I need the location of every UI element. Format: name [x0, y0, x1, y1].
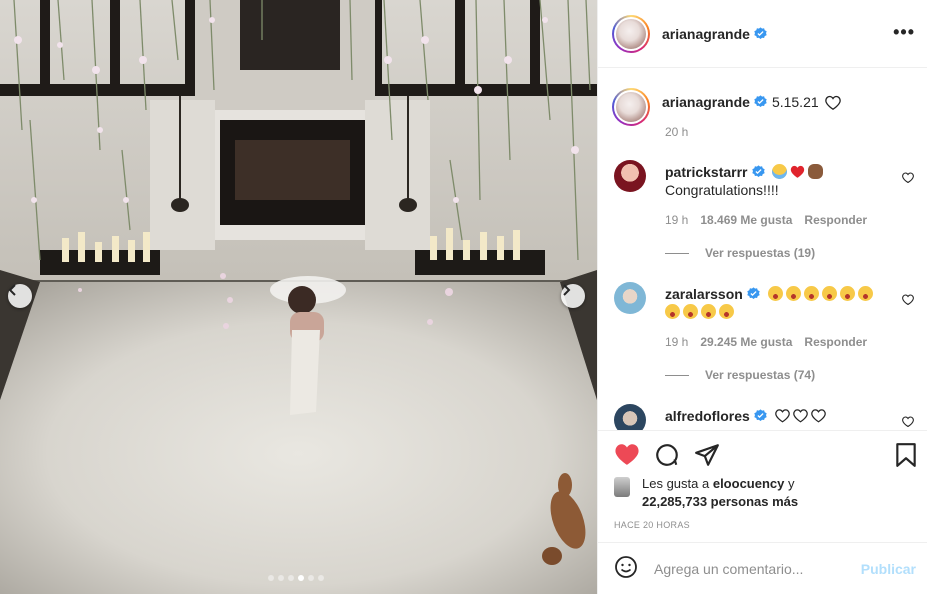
carousel-dot: [288, 575, 294, 581]
caption-text: 5.15.21: [771, 94, 819, 110]
liked-by-conjunction: y: [788, 476, 795, 491]
crying-face-emoji: [772, 164, 788, 179]
paper-plane-icon: [695, 444, 719, 466]
comment-item: patrickstarrr Congratulations!!!! 19 h 1…: [614, 160, 914, 280]
commenter-username[interactable]: alfredoflores: [665, 408, 750, 424]
chevron-left-icon: [8, 284, 16, 296]
heart-eyes-emoji: [785, 286, 801, 301]
view-replies-button[interactable]: Ver respuestas (74): [665, 368, 815, 382]
red-heart-emoji: [791, 165, 805, 178]
share-button[interactable]: [694, 442, 720, 471]
carousel-dot: [318, 575, 324, 581]
heart-eyes-emoji: [857, 286, 873, 301]
carousel-dot: [298, 575, 304, 581]
white-heart-emoji: [792, 409, 808, 423]
save-button[interactable]: [895, 442, 917, 471]
commenter-username[interactable]: zaralarsson: [665, 286, 743, 302]
heart-eyes-emoji: [839, 286, 855, 301]
commenter-avatar[interactable]: [614, 404, 646, 430]
smiley-face-icon: [615, 556, 637, 578]
carousel-dot: [268, 575, 274, 581]
more-options-button[interactable]: •••: [893, 22, 915, 42]
speech-bubble-icon: [656, 444, 678, 466]
comment-text: Congratulations!!!!: [665, 182, 779, 198]
filled-heart-icon: [615, 444, 639, 465]
likes-count[interactable]: 22,285,733 personas más: [642, 494, 798, 509]
bookmark-icon: [896, 443, 916, 467]
carousel-dot: [308, 575, 314, 581]
post-actions: Les gusta a eloocuency y 22,285,733 pers…: [598, 430, 927, 542]
wedding-photo-illustration: [0, 0, 597, 594]
view-replies-button[interactable]: Ver respuestas (19): [665, 246, 815, 260]
comments-list[interactable]: arianagrande 5.15.21 20 h patrickstarrr C…: [598, 68, 927, 430]
post-timestamp[interactable]: Hace 20 horas: [614, 520, 690, 530]
white-heart-emoji: [774, 409, 790, 423]
heart-eyes-emoji: [683, 304, 698, 319]
comment-like-heart-icon[interactable]: [902, 170, 914, 186]
heart-eyes-emoji: [821, 286, 837, 301]
clapping-hands-emoji: [808, 164, 824, 179]
caption-time: 20 h: [665, 125, 689, 139]
post-header: arianagrande •••: [598, 0, 927, 68]
verified-badge-icon: [751, 165, 765, 178]
add-comment-bar: Publicar: [598, 542, 927, 594]
comment-item: zaralarsson 19 h 29.245 Me gusta Respond…: [614, 282, 914, 402]
comment-meta: 19 h 18.469 Me gusta Responder: [665, 213, 867, 227]
heart-outline-icon: [824, 95, 841, 113]
comment-likes-count[interactable]: 18.469 Me gusta: [700, 213, 792, 227]
white-heart-emoji: [810, 409, 826, 423]
post-side-panel: arianagrande ••• arianagrande 5.15.21 20 …: [597, 0, 927, 594]
heart-eyes-emoji: [701, 304, 716, 319]
comment-emojis: [774, 408, 829, 424]
liked-by-summary: Les gusta a eloocuency y 22,285,733 pers…: [614, 475, 798, 511]
comment-like-heart-icon[interactable]: [902, 292, 914, 308]
liked-by-prefix: Les gusta a: [642, 476, 710, 491]
commenter-username[interactable]: patrickstarrr: [665, 164, 748, 180]
verified-badge-icon: [754, 27, 767, 40]
heart-eyes-emoji: [803, 286, 819, 301]
verified-badge-icon: [754, 95, 767, 108]
emoji-picker-button[interactable]: [614, 555, 638, 582]
verified-badge-icon: [747, 287, 760, 300]
comment-item: alfredoflores: [614, 404, 914, 430]
view-replies-label: Ver respuestas (74): [705, 368, 816, 382]
comment-meta: 19 h 29.245 Me gusta Responder: [665, 335, 867, 349]
carousel-prev-button[interactable]: [8, 284, 32, 308]
carousel-dot: [278, 575, 284, 581]
reply-button[interactable]: Responder: [804, 213, 867, 227]
heart-eyes-emoji: [719, 304, 734, 319]
comment-like-heart-icon[interactable]: [902, 414, 914, 430]
view-replies-label: Ver respuestas (19): [705, 246, 816, 260]
publish-button[interactable]: Publicar: [861, 561, 916, 577]
author-username[interactable]: arianagrande: [662, 26, 750, 42]
post-photo[interactable]: [0, 0, 597, 594]
post-caption: arianagrande 5.15.21 20 h: [612, 88, 841, 139]
commenter-avatar[interactable]: [614, 282, 646, 314]
comment-input[interactable]: [654, 560, 854, 577]
caption-author-username[interactable]: arianagrande: [662, 94, 750, 110]
carousel-indicator: [268, 575, 324, 581]
author-avatar[interactable]: [612, 14, 650, 53]
verified-badge-icon: [754, 409, 767, 422]
comment-time: 19 h: [665, 335, 689, 349]
chevron-right-icon: [563, 284, 571, 296]
comment-time: 19 h: [665, 213, 689, 227]
comment-button[interactable]: [654, 442, 680, 471]
reply-button[interactable]: Responder: [804, 335, 867, 349]
commenter-avatar[interactable]: [614, 160, 646, 192]
comment-likes-count[interactable]: 29.245 Me gusta: [700, 335, 792, 349]
like-button[interactable]: [614, 442, 640, 469]
liked-by-user[interactable]: eloocuency: [713, 476, 785, 491]
caption-author-avatar[interactable]: [612, 88, 650, 126]
heart-eyes-emoji: [665, 304, 680, 319]
carousel-next-button[interactable]: [561, 284, 585, 308]
heart-eyes-emoji: [767, 286, 783, 301]
liker-avatar[interactable]: [614, 477, 630, 497]
